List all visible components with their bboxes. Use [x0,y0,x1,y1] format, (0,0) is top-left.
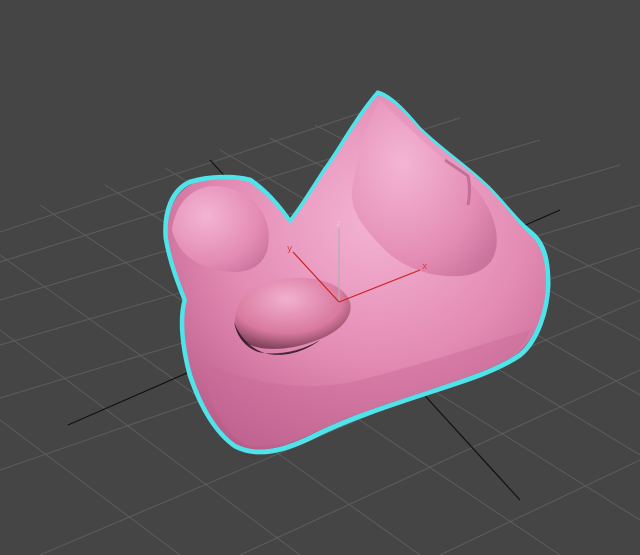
pink-rock-mesh[interactable] [163,90,551,455]
gizmo-z-label: z [336,219,341,229]
gizmo-y-label: y [287,244,293,254]
viewport-canvas[interactable]: z x y [0,0,640,555]
gizmo-x-label: x [422,262,428,272]
3d-viewport[interactable]: z x y [0,0,640,555]
